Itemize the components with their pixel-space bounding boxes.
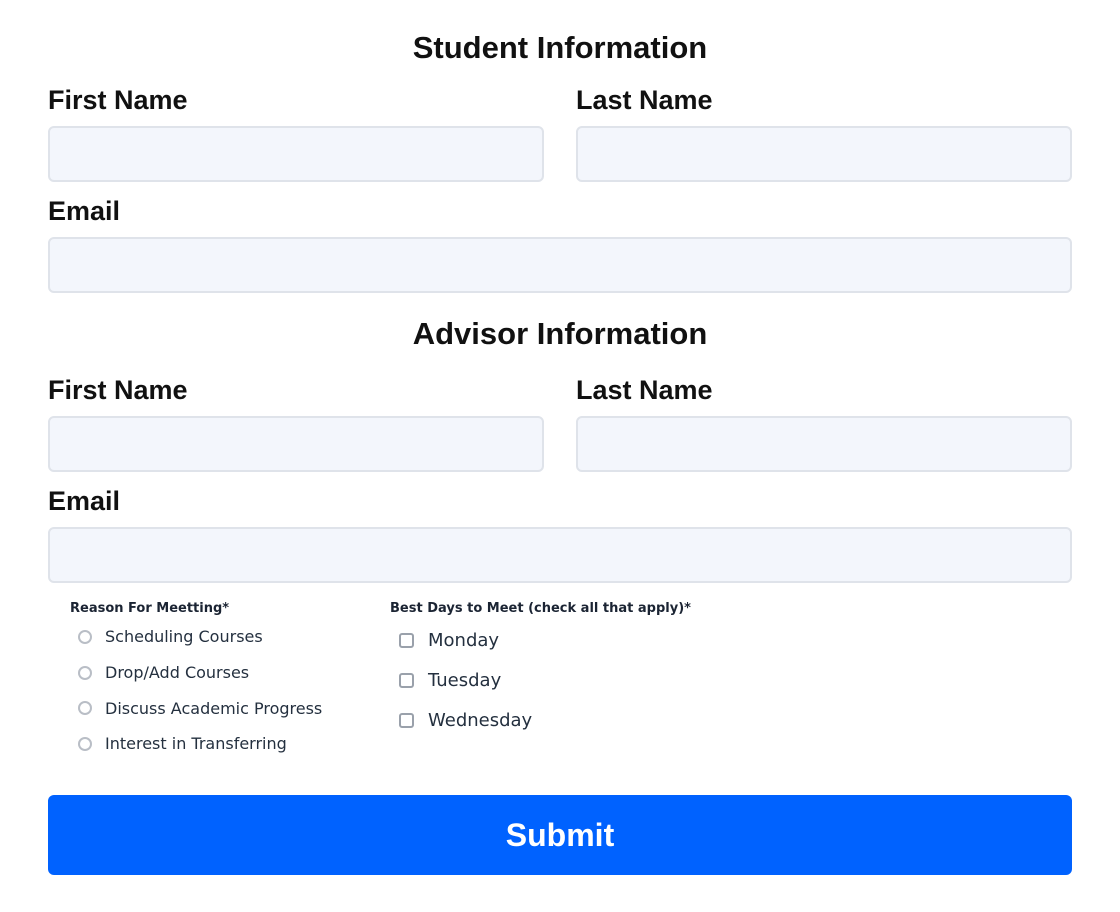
radio-button[interactable] bbox=[78, 629, 92, 644]
advisor-last-name-label: Last Name bbox=[576, 375, 713, 405]
student-first-name-label: First Name bbox=[48, 85, 188, 115]
student-first-name-input[interactable] bbox=[48, 126, 544, 182]
checkbox[interactable] bbox=[399, 672, 414, 688]
student-first-name-field: First Name bbox=[48, 83, 544, 182]
day-option-monday[interactable]: Monday bbox=[390, 620, 691, 660]
student-email-label: Email bbox=[48, 196, 121, 226]
advisor-email-label: Email bbox=[48, 486, 121, 516]
days-option-list: Monday Tuesday Wednesday bbox=[390, 620, 691, 740]
advisor-name-row: First Name Last Name bbox=[48, 373, 1072, 472]
reason-group-label: Reason For Meetting* bbox=[70, 601, 230, 616]
advisor-email-input[interactable] bbox=[48, 527, 1072, 583]
advisor-email-field: Email bbox=[48, 484, 1072, 583]
reason-option-drop-add-courses[interactable]: Drop/Add Courses bbox=[70, 655, 322, 691]
student-name-row: First Name Last Name bbox=[48, 83, 1072, 182]
reason-option-label: Discuss Academic Progress bbox=[105, 698, 323, 718]
reason-option-interest-in-transferring[interactable]: Interest in Transferring bbox=[70, 726, 322, 762]
advisor-last-name-input[interactable] bbox=[576, 416, 1072, 472]
submit-button[interactable]: Submit bbox=[48, 795, 1072, 875]
student-last-name-field: Last Name bbox=[576, 83, 1072, 182]
day-option-label: Wednesday bbox=[428, 709, 533, 731]
student-last-name-input[interactable] bbox=[576, 126, 1072, 182]
advisor-first-name-input[interactable] bbox=[48, 416, 544, 472]
day-option-tuesday[interactable]: Tuesday bbox=[390, 660, 691, 700]
days-checkbox-group: Best Days to Meet (check all that apply)… bbox=[390, 601, 691, 740]
day-option-label: Monday bbox=[428, 629, 500, 651]
checkbox[interactable] bbox=[399, 712, 414, 728]
reason-option-discuss-academic-progress[interactable]: Discuss Academic Progress bbox=[70, 690, 322, 726]
day-option-wednesday[interactable]: Wednesday bbox=[390, 700, 691, 740]
reason-option-label: Scheduling Courses bbox=[105, 627, 263, 647]
student-email-field: Email bbox=[48, 194, 1072, 293]
meeting-request-form: Student Information First Name Last Name… bbox=[48, 0, 1072, 875]
advisor-first-name-label: First Name bbox=[48, 375, 188, 405]
meeting-options: Reason For Meetting* Scheduling Courses … bbox=[48, 583, 1072, 773]
radio-button[interactable] bbox=[78, 701, 92, 716]
advisor-section-title: Advisor Information bbox=[412, 316, 708, 351]
reason-option-scheduling-courses[interactable]: Scheduling Courses bbox=[70, 619, 322, 655]
checkbox[interactable] bbox=[399, 632, 414, 648]
reason-option-label: Interest in Transferring bbox=[105, 734, 287, 754]
day-option-label: Tuesday bbox=[428, 669, 502, 691]
days-group-label: Best Days to Meet (check all that apply)… bbox=[390, 601, 691, 616]
advisor-first-name-field: First Name bbox=[48, 373, 544, 472]
reason-radio-group: Reason For Meetting* Scheduling Courses … bbox=[70, 601, 322, 762]
student-section-title: Student Information bbox=[412, 30, 708, 65]
reason-option-label: Drop/Add Courses bbox=[105, 663, 250, 683]
reason-option-list: Scheduling Courses Drop/Add Courses Disc… bbox=[70, 619, 322, 762]
student-email-input[interactable] bbox=[48, 237, 1072, 293]
radio-button[interactable] bbox=[78, 736, 92, 751]
student-last-name-label: Last Name bbox=[576, 85, 713, 115]
advisor-last-name-field: Last Name bbox=[576, 373, 1072, 472]
radio-button[interactable] bbox=[78, 665, 92, 680]
